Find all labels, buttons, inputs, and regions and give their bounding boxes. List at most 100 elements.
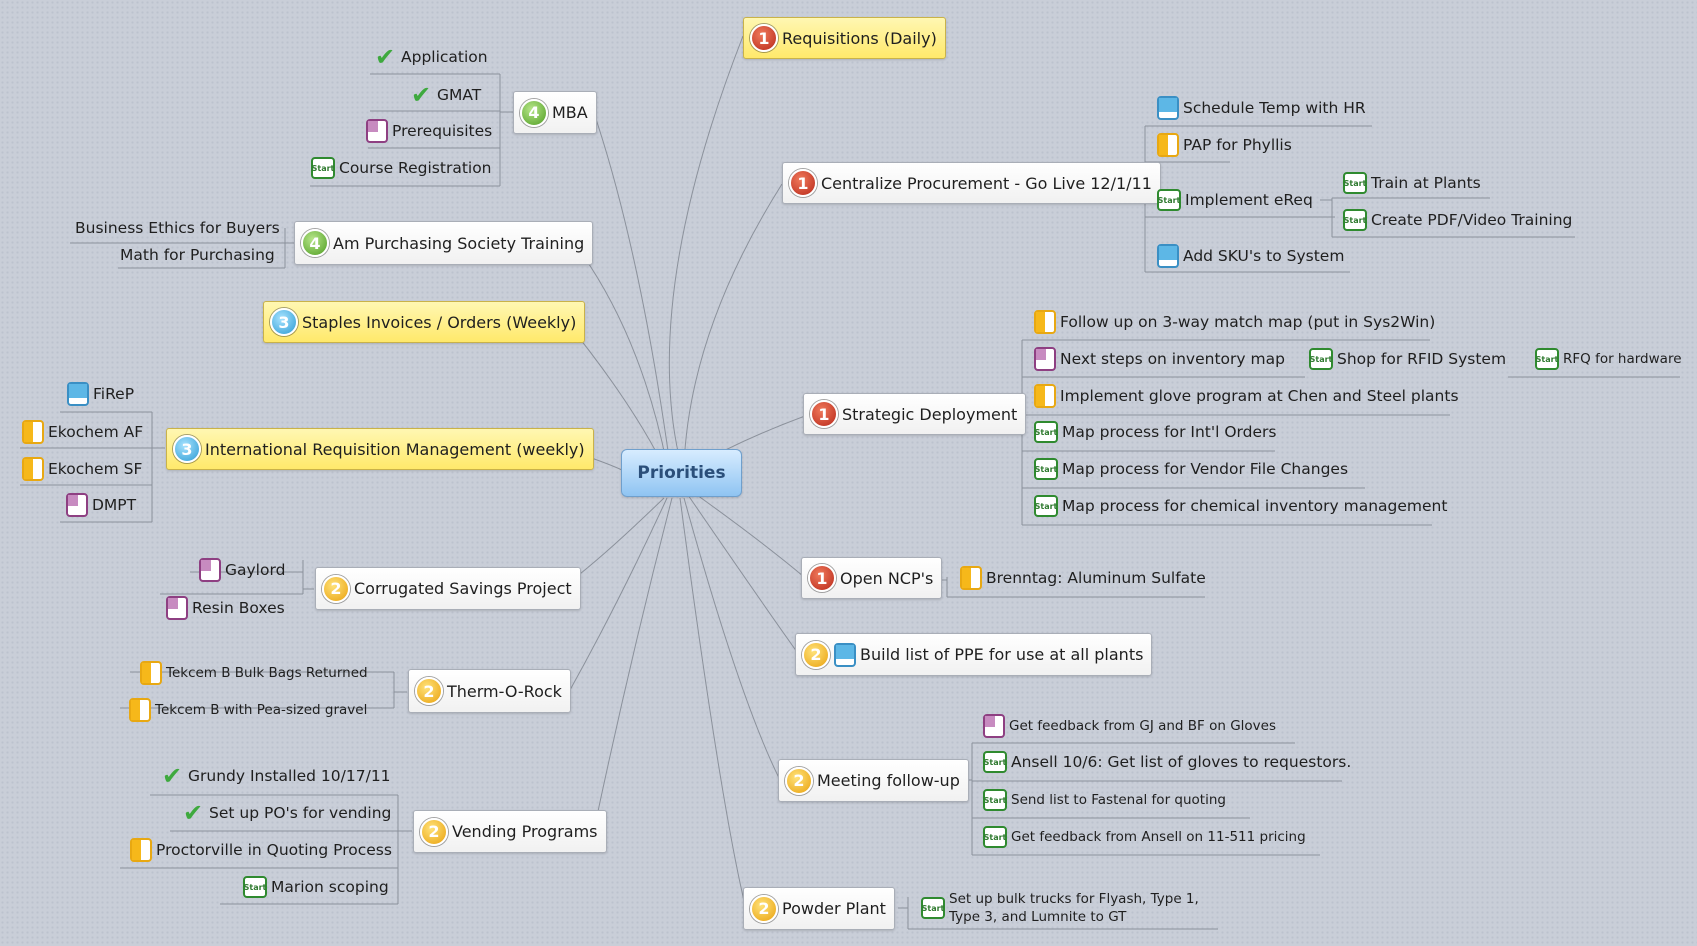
task-half-icon	[22, 457, 44, 481]
subtopic-proctorville[interactable]: Proctorville in Quoting Process	[130, 836, 392, 864]
subtopic-application[interactable]: ✔ Application	[373, 43, 488, 71]
task-half-icon	[1034, 384, 1056, 408]
subtopic-pap-phyllis[interactable]: PAP for Phyllis	[1157, 131, 1292, 159]
topic-am-purchasing-training[interactable]: 4 Am Purchasing Society Training	[294, 221, 594, 265]
subtopic-implement-ereq[interactable]: Start Implement eReq	[1157, 186, 1313, 214]
task-half-icon	[22, 420, 44, 444]
subtopic-ekochem-sf[interactable]: Ekochem SF	[22, 455, 142, 483]
topic-open-ncps[interactable]: 1 Open NCP's	[801, 557, 943, 599]
task-three-quarter-icon	[67, 382, 89, 406]
subtopic-train-plants[interactable]: Start Train at Plants	[1343, 169, 1481, 197]
topic-therm-o-rock[interactable]: 2 Therm-O-Rock	[408, 669, 571, 713]
subtopic-business-ethics[interactable]: Business Ethics for Buyers	[75, 214, 280, 242]
subtopic-follow-up-3way[interactable]: Follow up on 3-way match map (put in Sys…	[1034, 308, 1435, 336]
topic-label: Open NCP's	[840, 568, 934, 588]
subtopic-create-pdf[interactable]: Start Create PDF/Video Training	[1343, 206, 1572, 234]
subtopic-firep[interactable]: FiReP	[67, 380, 134, 408]
topic-centralize-procurement[interactable]: 1 Centralize Procurement - Go Live 12/1/…	[782, 162, 1161, 204]
topic-meeting-follow-up[interactable]: 2 Meeting follow-up	[778, 759, 969, 802]
subtopic-feedback-gloves[interactable]: Get feedback from GJ and BF on Gloves	[983, 712, 1276, 740]
priority-2-icon: 2	[785, 766, 813, 795]
priority-2-icon: 2	[420, 817, 448, 846]
start-icon: Start	[1343, 209, 1367, 231]
subtopic-math-purchasing[interactable]: Math for Purchasing	[120, 241, 275, 269]
subtopic-tekcem-bulk-bags[interactable]: Tekcem B Bulk Bags Returned	[140, 659, 368, 687]
subtopic-glove-program[interactable]: Implement glove program at Chen and Stee…	[1034, 382, 1459, 410]
subtopic-shop-rfid[interactable]: Start Shop for RFID System	[1309, 345, 1506, 373]
bulk-trucks-line-2: Type 3, and Lumnite to GT	[949, 909, 1127, 925]
subtopic-marion[interactable]: Start Marion scoping	[243, 873, 389, 901]
subtopic-fastenal-quote[interactable]: Start Send list to Fastenal for quoting	[983, 786, 1226, 814]
priority-2-icon: 2	[802, 640, 830, 669]
subtopic-course-registration[interactable]: Start Course Registration	[311, 154, 492, 182]
subtopic-gmat[interactable]: ✔ GMAT	[409, 81, 481, 109]
start-icon: Start	[921, 897, 945, 919]
central-topic-label: Priorities	[637, 463, 726, 483]
start-icon: Start	[311, 157, 335, 179]
topic-label: MBA	[552, 103, 588, 122]
subtopic-brenntag[interactable]: Brenntag: Aluminum Sulfate	[960, 564, 1206, 592]
task-quarter-icon	[366, 119, 388, 143]
topic-label: Meeting follow-up	[817, 771, 960, 790]
topic-mba[interactable]: 4 MBA	[513, 91, 597, 134]
priority-2-icon: 2	[415, 677, 443, 705]
subtopic-schedule-temp[interactable]: Schedule Temp with HR	[1157, 94, 1366, 122]
task-half-icon	[1157, 133, 1179, 157]
subtopic-ansell-list[interactable]: Start Ansell 10/6: Get list of gloves to …	[983, 748, 1351, 776]
subtopic-dmpt[interactable]: DMPT	[66, 491, 136, 519]
task-three-quarter-icon	[1157, 244, 1179, 268]
subtopic-bulk-trucks[interactable]: Start Set up bulk trucks for Flyash, Typ…	[921, 889, 1199, 927]
start-icon: Start	[983, 751, 1007, 773]
subtopic-map-vendor-file[interactable]: Start Map process for Vendor File Changes	[1034, 455, 1348, 483]
topic-staples-invoices[interactable]: 3 Staples Invoices / Orders (Weekly)	[263, 301, 586, 343]
task-quarter-icon	[1034, 347, 1056, 371]
start-icon: Start	[1157, 189, 1181, 211]
checkmark-icon: ✔	[161, 762, 183, 790]
subtopic-ansell-pricing[interactable]: Start Get feedback from Ansell on 11-511 …	[983, 823, 1306, 851]
task-half-icon	[130, 838, 152, 862]
topic-label: Requisitions (Daily)	[782, 28, 937, 48]
topic-strategic-deployment[interactable]: 1 Strategic Deployment	[803, 393, 1027, 435]
start-icon: Start	[983, 826, 1007, 848]
priority-1-icon: 1	[808, 564, 836, 592]
priority-2-icon: 2	[322, 574, 350, 603]
subtopic-grundy[interactable]: ✔ Grundy Installed 10/17/11	[160, 762, 391, 790]
subtopic-setup-pos[interactable]: ✔ Set up PO's for vending	[181, 799, 391, 827]
topic-requisitions[interactable]: 1 Requisitions (Daily)	[743, 17, 946, 59]
task-half-icon	[960, 566, 982, 590]
subtopic-tekcem-gravel[interactable]: Tekcem B with Pea-sized gravel	[129, 696, 367, 724]
priority-4-icon: 4	[520, 98, 548, 127]
subtopic-gaylord[interactable]: Gaylord	[199, 556, 285, 584]
bulk-trucks-line-1: Set up bulk trucks for Flyash, Type 1,	[949, 891, 1199, 907]
topic-label: Powder Plant	[782, 899, 886, 918]
task-three-quarter-icon	[834, 642, 856, 667]
topic-intl-requisition[interactable]: 3 International Requisition Management (…	[166, 428, 594, 470]
task-quarter-icon	[983, 714, 1005, 738]
subtopic-ekochem-af[interactable]: Ekochem AF	[22, 418, 143, 446]
task-half-icon	[1034, 310, 1056, 334]
priority-2-icon: 2	[750, 894, 778, 923]
topic-label: Staples Invoices / Orders (Weekly)	[302, 312, 577, 332]
start-icon: Start	[1309, 348, 1333, 370]
start-icon: Start	[1034, 458, 1058, 480]
subtopic-next-steps-inventory[interactable]: Next steps on inventory map	[1034, 345, 1285, 373]
central-topic[interactable]: Priorities	[621, 449, 742, 497]
priority-1-icon: 1	[789, 169, 817, 197]
subtopic-add-sku[interactable]: Add SKU's to System	[1157, 242, 1344, 270]
topic-corrugated-savings[interactable]: 2 Corrugated Savings Project	[315, 567, 581, 610]
task-three-quarter-icon	[1157, 96, 1179, 120]
subtopic-rfq-hardware[interactable]: Start RFQ for hardware	[1535, 345, 1682, 373]
subtopic-map-intl-orders[interactable]: Start Map process for Int'l Orders	[1034, 418, 1276, 446]
subtopic-resin-boxes[interactable]: Resin Boxes	[166, 594, 285, 622]
task-half-icon	[140, 661, 162, 685]
subtopic-prerequisites[interactable]: Prerequisites	[366, 117, 492, 145]
subtopic-map-chemical-inventory[interactable]: Start Map process for chemical inventory …	[1034, 492, 1447, 520]
topic-vending-programs[interactable]: 2 Vending Programs	[413, 810, 607, 853]
topic-label: Build list of PPE for use at all plants	[860, 645, 1144, 664]
topic-label: Vending Programs	[452, 822, 598, 841]
priority-3-icon: 3	[270, 308, 298, 336]
topic-label: International Requisition Management (we…	[205, 439, 585, 459]
topic-label: Therm-O-Rock	[447, 681, 562, 701]
topic-build-ppe-list[interactable]: 2 Build list of PPE for use at all plant…	[795, 633, 1153, 676]
topic-powder-plant[interactable]: 2 Powder Plant	[743, 887, 895, 930]
